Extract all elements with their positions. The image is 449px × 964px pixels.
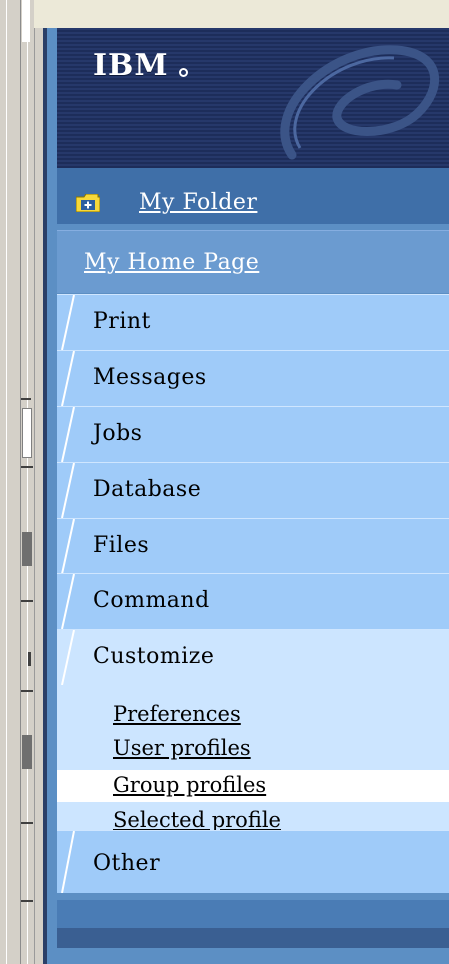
- frame-piece: [22, 408, 32, 458]
- nav-item-label: Jobs: [93, 421, 143, 446]
- registered-mark-icon: [179, 68, 188, 77]
- nav-item-label: Messages: [93, 365, 207, 390]
- frame-line: [27, 0, 28, 964]
- frame-piece: [22, 0, 30, 42]
- nav-item-label: Command: [93, 588, 210, 613]
- my-home-page-link[interactable]: My Home Page: [84, 250, 259, 275]
- frame-piece: [21, 466, 33, 468]
- frame-piece: [22, 735, 32, 769]
- nav-item-label: Files: [93, 533, 150, 558]
- subitem-group-profiles-link[interactable]: Group profiles: [113, 773, 266, 797]
- nav-item-label: Print: [93, 309, 151, 334]
- subitem-preferences-link[interactable]: Preferences: [113, 702, 241, 726]
- e-swirl-logo-icon: [280, 45, 439, 160]
- frame-piece: [21, 690, 33, 692]
- ibm-banner: IBM: [57, 28, 449, 168]
- nav-item-database[interactable]: Database: [57, 462, 449, 518]
- nav-item-other[interactable]: Other: [57, 830, 449, 893]
- subitem-user-profiles-link[interactable]: User profiles: [113, 736, 251, 760]
- window-top-strip: [34, 0, 449, 28]
- frame-line: [20, 0, 21, 964]
- navigation-panel: IBM My Folder My Home Page Print Message…: [43, 28, 449, 964]
- nav-item-print[interactable]: Print: [57, 294, 449, 350]
- my-folder-link[interactable]: My Folder: [139, 190, 257, 215]
- nav-item-label: Other: [93, 851, 161, 876]
- ibm-logo: IBM: [93, 48, 169, 83]
- nav-item-files[interactable]: Files: [57, 518, 449, 574]
- nav-item-messages[interactable]: Messages: [57, 350, 449, 406]
- frame-piece: [22, 532, 32, 566]
- nav-item-label: Database: [93, 477, 202, 502]
- nav-footer-edge: [57, 928, 449, 948]
- frame-piece: [21, 900, 33, 902]
- frame-piece: [21, 600, 33, 602]
- frame-line: [6, 0, 7, 964]
- frame-piece: [28, 652, 31, 666]
- host-window-edge: [0, 0, 35, 964]
- frame-piece: [21, 398, 31, 400]
- nav-item-label: Customize: [93, 644, 215, 669]
- frame-piece: [21, 822, 33, 824]
- nav-item-jobs[interactable]: Jobs: [57, 406, 449, 462]
- folder-plus-icon[interactable]: [76, 194, 100, 212]
- subitem-selected-profile-link[interactable]: Selected profile: [113, 808, 281, 832]
- nav-item-command[interactable]: Command: [57, 573, 449, 629]
